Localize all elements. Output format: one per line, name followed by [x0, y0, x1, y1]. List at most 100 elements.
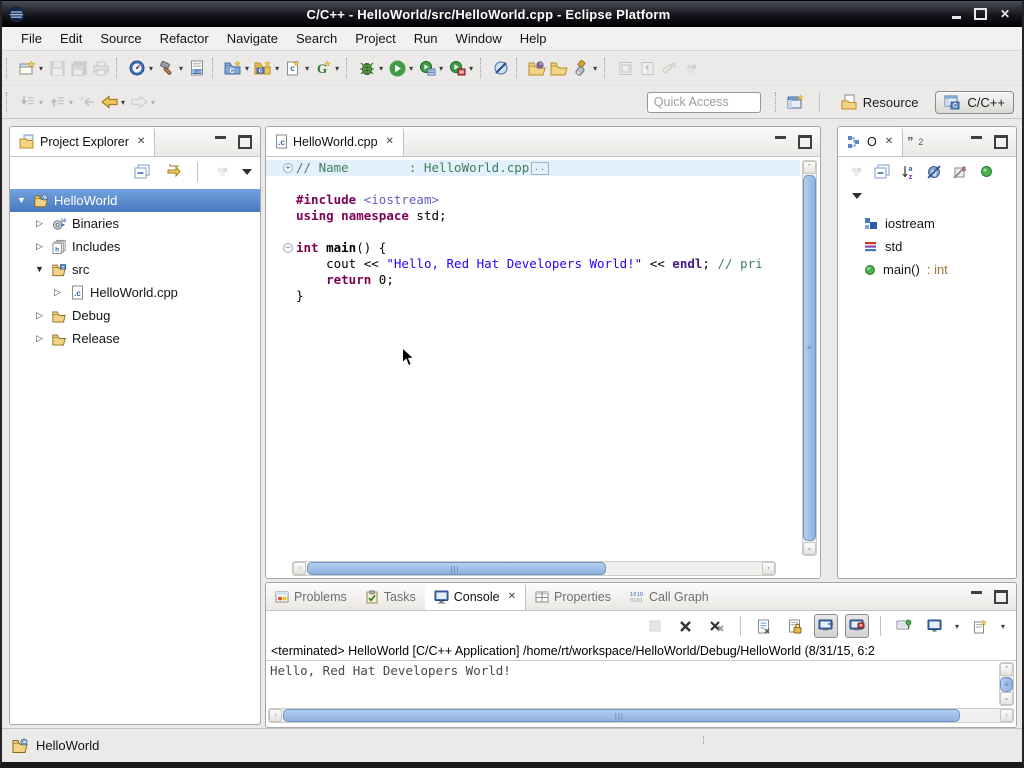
- remove-all-launches-button[interactable]: [705, 614, 729, 638]
- profile-dropdown[interactable]: ▾: [149, 64, 153, 73]
- scroll-up-button[interactable]: ⌃: [1000, 663, 1013, 676]
- new-cpp-class-button[interactable]: C: [252, 56, 274, 80]
- binary-file-button[interactable]: 010: [186, 56, 208, 80]
- open-console-button[interactable]: [969, 614, 993, 638]
- sort-button[interactable]: az: [900, 160, 916, 184]
- tree-item-debug[interactable]: ▷ Debug: [10, 304, 260, 327]
- search-button[interactable]: [570, 56, 592, 80]
- collapsed-arrow-icon[interactable]: ▷: [32, 304, 47, 327]
- console-vscrollbar[interactable]: ⌃ ≡ ⌄: [999, 662, 1014, 706]
- close-icon[interactable]: ✕: [508, 591, 516, 602]
- toolbar-grip[interactable]: [516, 58, 520, 78]
- menu-navigate[interactable]: Navigate: [218, 29, 287, 48]
- build-button[interactable]: [156, 56, 178, 80]
- menu-search[interactable]: Search: [287, 29, 346, 48]
- debug-button[interactable]: [356, 56, 378, 80]
- menu-run[interactable]: Run: [405, 29, 447, 48]
- console-hscrollbar[interactable]: ‹ ||| ›: [268, 708, 1014, 723]
- new-class-dropdown[interactable]: ▾: [335, 64, 339, 73]
- minimize-editor-button[interactable]: [775, 136, 786, 142]
- window-minimize-button[interactable]: [952, 16, 961, 19]
- scroll-down-button[interactable]: ⌄: [1000, 692, 1013, 705]
- profile-button[interactable]: [126, 56, 148, 80]
- search-dropdown[interactable]: ▾: [593, 64, 597, 73]
- toolbar-grip[interactable]: [6, 58, 10, 78]
- scroll-up-button[interactable]: ⌃: [803, 161, 816, 174]
- tab-helloworld-cpp[interactable]: .c HelloWorld.cpp ✕: [266, 127, 404, 156]
- new-class-button[interactable]: G: [312, 56, 334, 80]
- code-line[interactable]: return 0;: [266, 272, 800, 288]
- external-tools-dropdown[interactable]: ▾: [469, 64, 473, 73]
- close-icon[interactable]: ✕: [885, 136, 893, 147]
- new-source-file-button[interactable]: c: [282, 56, 304, 80]
- new-c-project-dropdown[interactable]: ▾: [245, 64, 249, 73]
- tab-call-graph[interactable]: 10100101 Call Graph: [620, 583, 718, 610]
- console-hscroll-thumb[interactable]: |||: [283, 709, 960, 722]
- collapse-all-button[interactable]: [874, 160, 890, 184]
- scroll-right-button[interactable]: ›: [1000, 709, 1013, 722]
- clear-console-button[interactable]: [752, 614, 776, 638]
- tab-tasks[interactable]: Tasks: [356, 583, 425, 610]
- pin-console-button[interactable]: [892, 614, 916, 638]
- statusbar-splitter[interactable]: ⁞: [702, 735, 705, 747]
- new-source-file-dropdown[interactable]: ▾: [305, 64, 309, 73]
- hide-fields-button[interactable]: Q: [926, 160, 942, 184]
- hide-non-public-button[interactable]: [978, 160, 994, 184]
- window-close-button[interactable]: ✕: [1000, 8, 1010, 20]
- maximize-view-button[interactable]: [994, 135, 1008, 149]
- open-perspective-button[interactable]: [785, 90, 807, 114]
- code-line[interactable]: −int main() {: [266, 240, 800, 256]
- debug-dropdown[interactable]: ▾: [379, 64, 383, 73]
- new-wizard-dropdown[interactable]: ▾: [39, 64, 43, 73]
- tree-item-src[interactable]: ▼ C src: [10, 258, 260, 281]
- new-cpp-class-dropdown[interactable]: ▾: [275, 64, 279, 73]
- code-line[interactable]: cout << "Hello, Red Hat Developers World…: [266, 256, 800, 272]
- code-line[interactable]: +// Name : HelloWorld.cpp..: [266, 160, 800, 176]
- console-vscroll-thumb[interactable]: ≡: [1000, 677, 1013, 692]
- toolbar-grip[interactable]: [346, 58, 350, 78]
- outline-item-std[interactable]: std: [838, 235, 1016, 258]
- collapse-all-button[interactable]: [131, 160, 153, 184]
- new-wizard-button[interactable]: [16, 56, 38, 80]
- run-button[interactable]: [386, 56, 408, 80]
- window-maximize-button[interactable]: [974, 8, 987, 20]
- maximize-editor-button[interactable]: [798, 135, 812, 149]
- close-icon[interactable]: ✕: [137, 136, 145, 147]
- outline-item-main[interactable]: main() : int: [838, 258, 1016, 281]
- close-icon[interactable]: ✕: [386, 136, 394, 147]
- menu-edit[interactable]: Edit: [51, 29, 91, 48]
- tree-item-helloworld-project[interactable]: ▼ C HelloWorld: [10, 189, 260, 212]
- tab-problems[interactable]: Problems: [266, 583, 356, 610]
- console-output-area[interactable]: Hello, Red Hat Developers World! ⌃ ≡ ⌄: [266, 661, 1016, 708]
- toolbar-grip[interactable]: [116, 58, 120, 78]
- minimize-view-button[interactable]: [971, 591, 982, 597]
- external-tools-button[interactable]: [446, 56, 468, 80]
- run-dropdown[interactable]: ▾: [409, 64, 413, 73]
- open-type-button[interactable]: [526, 56, 548, 80]
- scroll-down-button[interactable]: ⌄: [803, 542, 816, 555]
- code-line[interactable]: [266, 224, 800, 240]
- new-c-project-button[interactable]: C: [222, 56, 244, 80]
- quick-access-input[interactable]: [647, 92, 761, 113]
- menu-file[interactable]: File: [12, 29, 51, 48]
- tree-item-release[interactable]: ▷ Release: [10, 327, 260, 350]
- collapsed-arrow-icon[interactable]: ▷: [32, 235, 47, 258]
- view-menu-button[interactable]: [852, 193, 862, 199]
- run-history-dropdown[interactable]: ▾: [439, 64, 443, 73]
- back-button[interactable]: [98, 90, 120, 114]
- skip-breakpoints-button[interactable]: [490, 56, 512, 80]
- scroll-left-button[interactable]: ‹: [293, 562, 306, 575]
- show-console-on-stdout-button[interactable]: [814, 614, 838, 638]
- menu-refactor[interactable]: Refactor: [151, 29, 218, 48]
- tree-item-helloworld-cpp[interactable]: ▷ .c HelloWorld.cpp: [10, 281, 260, 304]
- collapsed-arrow-icon[interactable]: ▷: [50, 281, 65, 304]
- expanded-arrow-icon[interactable]: ▼: [32, 258, 47, 281]
- menu-source[interactable]: Source: [91, 29, 150, 48]
- editor-hscroll-thumb[interactable]: |||: [307, 562, 606, 575]
- display-console-dropdown[interactable]: ▾: [955, 622, 959, 631]
- open-resource-button[interactable]: [548, 56, 570, 80]
- expanded-arrow-icon[interactable]: ▼: [14, 189, 29, 212]
- hidden-tabs-chevron[interactable]: ”2: [903, 127, 927, 156]
- build-dropdown[interactable]: ▾: [179, 64, 183, 73]
- tab-outline[interactable]: O ✕: [838, 127, 903, 156]
